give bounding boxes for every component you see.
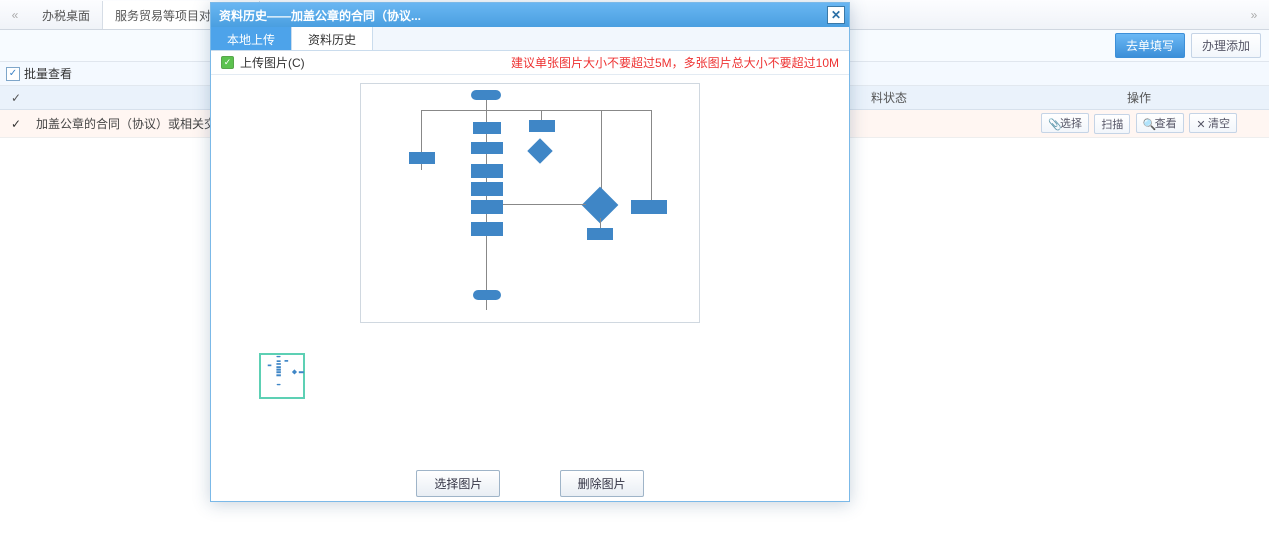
upload-header-row: ✓ 上传图片(C) 建议单张图片大小不要超过5M，多张图片总大小不要超过10M bbox=[211, 51, 849, 75]
preview-area bbox=[211, 75, 849, 460]
upload-checkbox[interactable]: ✓ bbox=[221, 56, 234, 69]
preview-image[interactable] bbox=[360, 83, 700, 323]
dialog-close-button[interactable]: ✕ bbox=[827, 6, 845, 24]
thumbnail-row bbox=[219, 353, 305, 399]
upload-label: 上传图片(C) bbox=[240, 54, 305, 71]
thumbnail-1[interactable] bbox=[259, 353, 305, 399]
dialog-tabs: 本地上传 资料历史 bbox=[211, 27, 849, 51]
upload-size-hint: 建议单张图片大小不要超过5M，多张图片总大小不要超过10M bbox=[511, 54, 839, 71]
tab-material-history[interactable]: 资料历史 bbox=[292, 27, 373, 50]
dialog-titlebar[interactable]: 资料历史——加盖公章的合同（协议... ✕ bbox=[211, 3, 849, 27]
choose-image-button[interactable]: 选择图片 bbox=[416, 470, 500, 497]
history-dialog: 资料历史——加盖公章的合同（协议... ✕ 本地上传 资料历史 ✓ 上传图片(C… bbox=[210, 2, 850, 502]
tab-local-upload[interactable]: 本地上传 bbox=[211, 27, 292, 50]
flowchart-icon bbox=[361, 84, 699, 322]
dialog-title: 资料历史——加盖公章的合同（协议... bbox=[219, 7, 827, 24]
delete-image-button[interactable]: 删除图片 bbox=[560, 470, 644, 497]
dialog-button-row: 选择图片 删除图片 bbox=[211, 460, 849, 501]
